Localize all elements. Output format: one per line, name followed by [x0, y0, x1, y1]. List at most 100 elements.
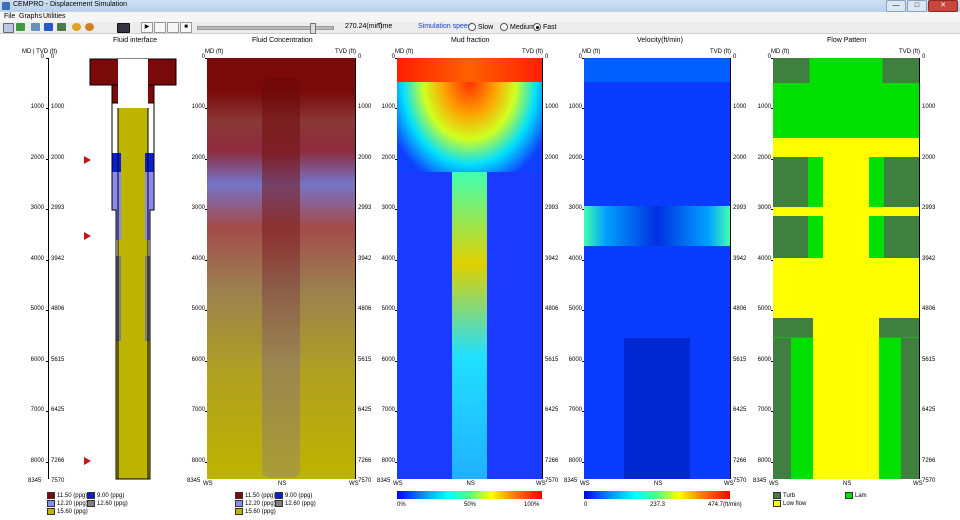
- app-icon: [2, 2, 10, 10]
- md-header: MD (ft): [771, 49, 790, 55]
- mud-fraction-heatmap: [397, 58, 542, 479]
- md-tick-label: 5000: [568, 306, 582, 313]
- md-tick-label: 7000: [757, 407, 771, 414]
- menu-graphs[interactable]: Graphs: [19, 13, 42, 20]
- fluid-concentration-heatmap: [207, 58, 355, 479]
- tvd-tick-label: 1000: [545, 104, 559, 111]
- md-tick-label: 3000: [191, 205, 205, 212]
- tvd-tick-label: 5615: [51, 356, 65, 363]
- panel-title-mud-fraction: Mud fraction: [451, 37, 490, 44]
- minimize-button[interactable]: —: [886, 0, 906, 12]
- stop-button[interactable]: ■: [180, 22, 192, 33]
- fluid-legend-label: 11.50 (ppg): [57, 492, 88, 499]
- panel-title-flow-pattern: Flow Pattern: [827, 37, 867, 44]
- md-tick-label: 8000: [381, 457, 395, 464]
- tvd-tick-label: 6425: [51, 407, 65, 414]
- fluid-swatch: [87, 500, 95, 507]
- md-tick: [46, 461, 49, 463]
- tvd-bottom-label: 7570: [51, 478, 65, 484]
- md-tick-label: 3000: [757, 205, 771, 212]
- md-tick-label: 6000: [568, 356, 582, 363]
- camera-icon[interactable]: [117, 23, 130, 33]
- inner-cement: [118, 108, 148, 479]
- md-header: MD (ft): [395, 49, 414, 55]
- tvd-tick-label: 4806: [545, 306, 559, 313]
- back-icon[interactable]: [16, 23, 25, 31]
- tvd-tick-label: 3942: [358, 255, 372, 262]
- md-tick-label: 4000: [757, 255, 771, 262]
- time-slider[interactable]: [197, 23, 334, 34]
- tvd-tick-label: 7266: [51, 457, 65, 464]
- x-tick-label: NS: [843, 481, 852, 487]
- md-tick-label: 5000: [191, 306, 205, 313]
- fluid-legend-item: 12.60 (ppg): [87, 500, 128, 507]
- tvd-tick-label: 5615: [733, 356, 747, 363]
- tvd-tick-label: 1000: [358, 104, 372, 111]
- fluid-swatch: [235, 508, 243, 515]
- tvd-tick-label: 1000: [922, 104, 936, 111]
- fluid-legend-label: 11.50 (ppg): [245, 492, 276, 499]
- panel-title-fluid-concentration: Fluid Concentration: [252, 37, 313, 44]
- tvd-tick-label: 4806: [358, 306, 372, 313]
- tvd-header: TVD (ft): [335, 49, 356, 55]
- md-tick-label: 6000: [757, 356, 771, 363]
- fluid-legend-label: 9.00 (ppg): [97, 492, 125, 499]
- new-icon[interactable]: [3, 23, 14, 33]
- md-tick-label: 5000: [757, 306, 771, 313]
- md-tick-label: 4000: [30, 255, 44, 262]
- fluid-legend-label: 12.60 (ppg): [285, 500, 316, 507]
- mud-scale-min: 0%: [397, 502, 406, 508]
- save-icon[interactable]: [44, 23, 53, 31]
- flow-pattern-heatmap: [773, 58, 919, 479]
- chart-icon[interactable]: [31, 23, 40, 31]
- time-slider-thumb[interactable]: [309, 23, 316, 34]
- md-tick-label: 2000: [568, 154, 582, 161]
- tvd-tick-label: 2000: [545, 154, 559, 161]
- play-button[interactable]: ▶: [141, 22, 153, 33]
- tvd-header: TVD (ft): [710, 49, 731, 55]
- fluid-legend-item: 12.20 (ppg): [47, 500, 88, 507]
- tvd-tick-label: 1000: [51, 104, 65, 111]
- pause-button[interactable]: [167, 22, 179, 33]
- panel-title-fluid-interface: Fluid interface: [113, 37, 157, 44]
- x-tick-label: WS: [580, 481, 590, 487]
- tvd-tick-label: 6425: [358, 407, 372, 414]
- close-button[interactable]: ✕: [928, 0, 958, 12]
- md-tick-label: 0: [767, 54, 771, 60]
- help-icon[interactable]: [85, 23, 94, 31]
- table-icon[interactable]: [57, 23, 66, 31]
- step-button[interactable]: [154, 22, 166, 33]
- speed-fast-radio[interactable]: Fast: [533, 23, 557, 31]
- wellbore-schematic: [89, 58, 177, 480]
- md-tick-label: 4000: [191, 255, 205, 262]
- tvd-axis-line: [542, 58, 543, 479]
- menu-utilities[interactable]: Utilities: [43, 13, 66, 20]
- tvd-tick-label: 0: [545, 54, 549, 60]
- md-tick-label: 8000: [191, 457, 205, 464]
- md-tick: [46, 310, 49, 312]
- fluid-swatch: [275, 492, 283, 499]
- md-bottom-label: 8345: [753, 478, 767, 484]
- tvd-tick-label: 7266: [358, 457, 372, 464]
- annulus-spacer-right: [145, 153, 154, 172]
- menu-file[interactable]: File: [4, 13, 15, 20]
- casing-bore-empty: [118, 59, 148, 108]
- fluid-swatch: [47, 500, 55, 507]
- md-tick: [46, 158, 49, 160]
- md-header: MD (ft): [205, 49, 224, 55]
- tvd-axis-line: [730, 58, 731, 479]
- speed-medium-radio[interactable]: Medium: [500, 23, 535, 31]
- fluid-legend-label: 15.60 (ppg): [57, 508, 88, 515]
- velocity-colorbar: [584, 491, 730, 499]
- speed-slow-radio[interactable]: Slow: [468, 23, 493, 31]
- md-tick-label: 0: [40, 54, 44, 60]
- toolbar: ▶ ■ 270.24(min) Time Simulation speed Sl…: [0, 22, 960, 34]
- fluid-legend-item: 15.60 (ppg): [47, 508, 88, 515]
- tvd-tick-label: 0: [733, 54, 737, 60]
- fluid-swatch: [275, 500, 283, 507]
- md-tick-label: 7000: [30, 407, 44, 414]
- settings-icon[interactable]: [72, 23, 81, 31]
- velocity-scale-max: 474.7(ft/min): [708, 502, 742, 508]
- tvd-bottom-label: 7570: [545, 478, 559, 484]
- maximize-button[interactable]: □: [907, 0, 927, 12]
